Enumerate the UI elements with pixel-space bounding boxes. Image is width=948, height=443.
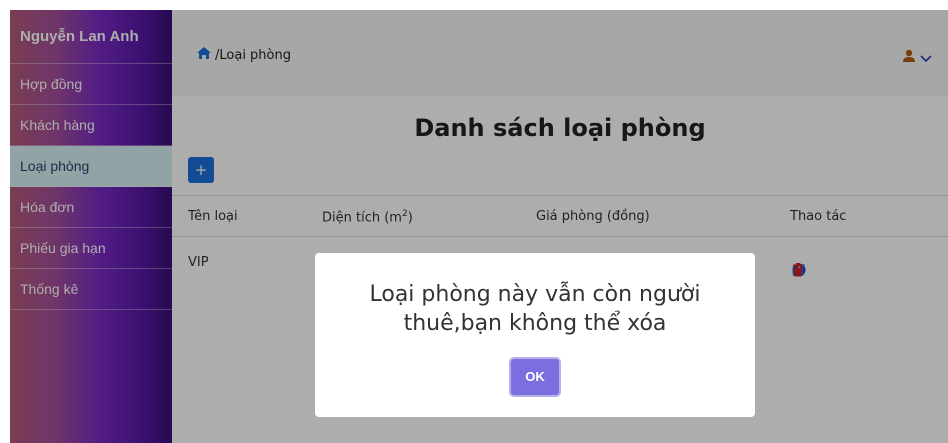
dialog-message: Loại phòng này vẫn còn người thuê,bạn kh… xyxy=(369,282,701,336)
app-window: Nguyễn Lan Anh Hợp đồng Khách hàng Loại … xyxy=(10,10,948,443)
ok-button[interactable]: OK xyxy=(509,357,561,397)
alert-dialog: Loại phòng này vẫn còn người thuê,bạn kh… xyxy=(315,253,755,417)
